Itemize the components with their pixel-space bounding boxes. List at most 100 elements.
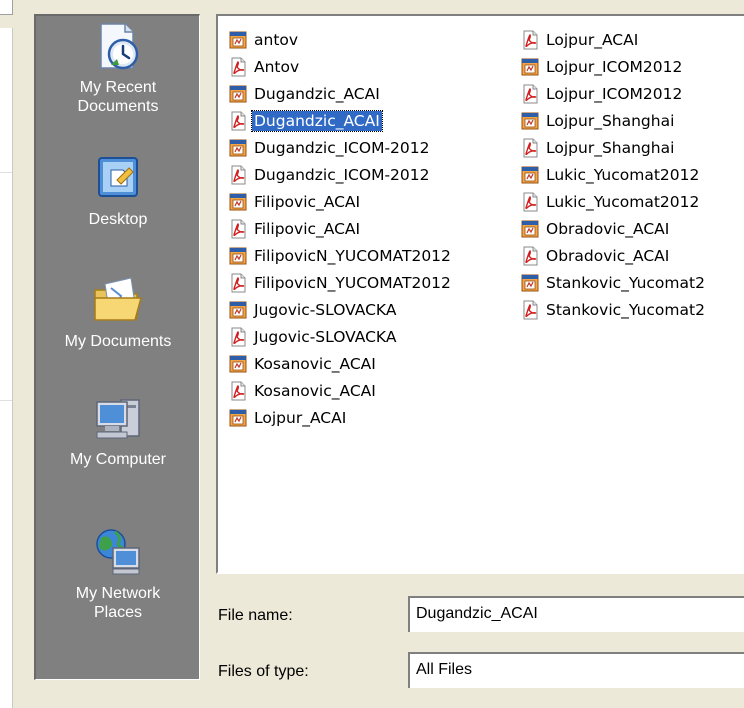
place-my-documents[interactable]: My Documents <box>36 274 200 351</box>
file-item[interactable]: Dugandzic_ICOM-2012 <box>228 161 453 188</box>
file-item[interactable]: Kosanovic_ACAI <box>228 377 453 404</box>
pdf-file-icon <box>231 381 246 400</box>
pdf-file-icon <box>231 57 246 76</box>
file-item[interactable]: Lojpur_Shanghai <box>520 107 707 134</box>
file-item[interactable]: FilipovicN_YUCOMAT2012 <box>228 242 453 269</box>
ppt-file-icon <box>521 112 539 129</box>
file-item[interactable]: Filipovic_ACAI <box>228 188 453 215</box>
ppt-file-icon <box>521 274 539 291</box>
file-name: Lukic_Yucomat2012 <box>546 192 700 211</box>
place-label: My Documents <box>64 333 172 350</box>
file-name: Lukic_Yucomat2012 <box>546 165 700 184</box>
pdf-file-icon <box>523 300 538 319</box>
ppt-file-icon <box>521 220 539 237</box>
file-item[interactable]: Jugovic-SLOVACKA <box>228 296 453 323</box>
file-name: Lojpur_ICOM2012 <box>546 84 683 103</box>
pdf-file-icon <box>523 192 538 211</box>
file-item[interactable]: Obradovic_ACAI <box>520 215 707 242</box>
file-name: Jugovic-SLOVACKA <box>254 300 397 319</box>
file-item[interactable]: Dugandzic_ACAI <box>228 80 453 107</box>
pdf-file-icon <box>231 111 246 130</box>
file-item[interactable]: Obradovic_ACAI <box>520 242 707 269</box>
file-name-label: File name: <box>218 607 293 624</box>
file-name: Stankovic_Yucomat2 <box>546 300 705 319</box>
file-item[interactable]: Lukic_Yucomat2012 <box>520 188 707 215</box>
file-item[interactable]: antov <box>228 26 453 53</box>
file-name: Filipovic_ACAI <box>254 219 361 238</box>
file-item[interactable]: Jugovic-SLOVACKA <box>228 323 453 350</box>
place-label: My Computer <box>69 451 167 468</box>
file-type-label: Files of type: <box>218 663 309 680</box>
file-name: FilipovicN_YUCOMAT2012 <box>254 273 451 292</box>
ppt-file-icon <box>229 409 247 426</box>
ppt-file-icon <box>521 166 539 183</box>
file-name: Obradovic_ACAI <box>546 246 670 265</box>
pdf-file-icon <box>231 165 246 184</box>
pdf-file-icon <box>523 246 538 265</box>
file-name: Lojpur_ACAI <box>254 408 347 427</box>
places-bar: My Recent Documents Desktop My Documents <box>34 14 200 680</box>
file-item[interactable]: Dugandzic_ACAI <box>228 107 453 134</box>
file-name: Dugandzic_ICOM-2012 <box>254 165 430 184</box>
background-pane <box>0 0 13 15</box>
file-type-select[interactable]: All Files <box>408 652 744 688</box>
place-my-network-places[interactable]: My Network Places <box>36 526 200 622</box>
file-name: Kosanovic_ACAI <box>254 354 376 373</box>
file-name: Jugovic-SLOVACKA <box>254 327 397 346</box>
file-item[interactable]: Lojpur_Shanghai <box>520 134 707 161</box>
file-name: Dugandzic_ACAI <box>254 84 380 103</box>
pdf-file-icon <box>523 84 538 103</box>
network-places-icon <box>96 529 140 575</box>
place-label: Desktop <box>88 211 148 228</box>
background-pane <box>0 28 13 708</box>
file-item[interactable]: Lojpur_ICOM2012 <box>520 53 707 80</box>
file-name-input[interactable]: Dugandzic_ACAI <box>408 596 744 632</box>
file-item[interactable]: Filipovic_ACAI <box>228 215 453 242</box>
file-item[interactable]: Lojpur_ACAI <box>228 404 453 431</box>
file-name: Kosanovic_ACAI <box>254 381 376 400</box>
recent-documents-icon <box>100 23 139 70</box>
place-my-computer[interactable]: My Computer <box>36 392 200 469</box>
ppt-file-icon <box>229 193 247 210</box>
file-item[interactable]: Lukic_Yucomat2012 <box>520 161 707 188</box>
file-list-column: Lojpur_ACAI Lojpur_ICOM2012 Lojpur_ICOM201… <box>520 26 707 323</box>
pdf-file-icon <box>231 327 246 346</box>
file-name: Lojpur_Shanghai <box>546 138 675 157</box>
divider <box>0 400 12 401</box>
file-item[interactable]: Lojpur_ICOM2012 <box>520 80 707 107</box>
ppt-file-icon <box>229 247 247 264</box>
file-item[interactable]: Stankovic_Yucomat2 <box>520 269 707 296</box>
place-desktop[interactable]: Desktop <box>36 152 200 229</box>
pdf-file-icon <box>231 219 246 238</box>
place-label: Documents <box>77 98 159 115</box>
ppt-file-icon <box>521 58 539 75</box>
file-name: Antov <box>254 57 300 76</box>
place-my-recent-documents[interactable]: My Recent Documents <box>36 20 200 116</box>
file-item[interactable]: Antov <box>228 53 453 80</box>
file-name: Lojpur_ACAI <box>546 30 639 49</box>
desktop-icon <box>98 157 138 197</box>
file-item[interactable]: Dugandzic_ICOM-2012 <box>228 134 453 161</box>
file-name: Obradovic_ACAI <box>546 219 670 238</box>
file-item[interactable]: FilipovicN_YUCOMAT2012 <box>228 269 453 296</box>
divider <box>0 172 12 173</box>
pdf-file-icon <box>523 138 538 157</box>
file-item[interactable]: Stankovic_Yucomat2 <box>520 296 707 323</box>
file-name: Lojpur_Shanghai <box>546 111 675 130</box>
my-computer-icon <box>96 399 140 439</box>
place-label: My Recent <box>79 79 157 96</box>
file-name: Stankovic_Yucomat2 <box>546 273 705 292</box>
file-name: Dugandzic_ICOM-2012 <box>254 138 430 157</box>
file-list-column: antov Antov Dugandzic_ACAI Dugandzic_ACAI Du… <box>228 26 453 431</box>
ppt-file-icon <box>229 31 247 48</box>
file-item[interactable]: Kosanovic_ACAI <box>228 350 453 377</box>
file-name: antov <box>254 30 299 49</box>
pdf-file-icon <box>231 273 246 292</box>
file-name: Dugandzic_ACAI <box>251 109 383 132</box>
ppt-file-icon <box>229 301 247 318</box>
background-window-edge <box>0 0 18 708</box>
file-list[interactable]: antov Antov Dugandzic_ACAI Dugandzic_ACAI Du… <box>216 14 744 574</box>
ppt-file-icon <box>229 85 247 102</box>
file-item[interactable]: Lojpur_ACAI <box>520 26 707 53</box>
file-name: Lojpur_ICOM2012 <box>546 57 683 76</box>
